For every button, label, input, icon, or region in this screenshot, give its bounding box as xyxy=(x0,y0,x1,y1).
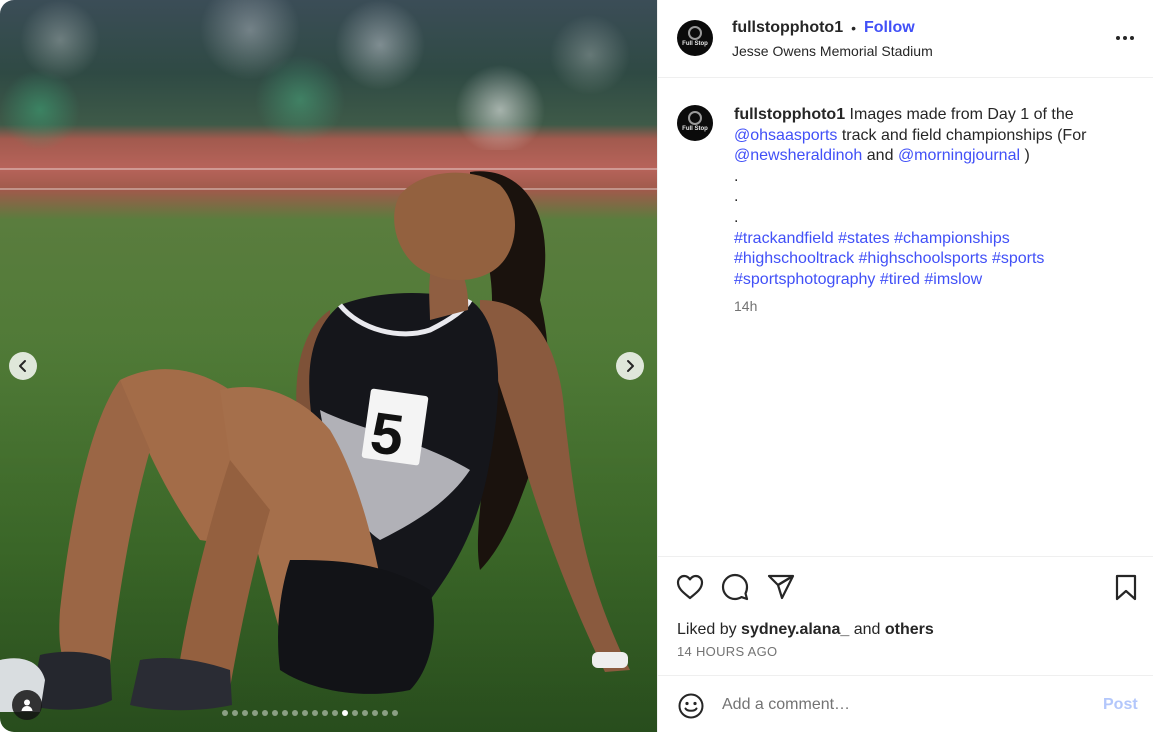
carousel-dot xyxy=(372,710,378,716)
likes-and: and xyxy=(853,621,881,638)
carousel-dot xyxy=(242,710,248,716)
post-header: Full Stop fullstopphoto1 • Follow Jesse … xyxy=(658,0,1153,78)
caption-text: fullstopphoto1 Images made from Day 1 of… xyxy=(734,105,1114,317)
hashtag-link[interactable]: #sportsphotography xyxy=(734,271,875,288)
comment-input[interactable] xyxy=(722,692,1062,718)
hashtag-link[interactable]: #sports xyxy=(992,250,1044,267)
avatar[interactable]: Full Stop xyxy=(677,105,713,141)
carousel-dot-active xyxy=(342,710,348,716)
comment-icon xyxy=(721,573,749,601)
stadium-crowd-background xyxy=(0,0,657,150)
share-button[interactable] xyxy=(766,572,796,602)
username-link[interactable]: fullstopphoto1 xyxy=(732,19,843,37)
more-icon-dot xyxy=(1130,36,1134,40)
chevron-right-icon xyxy=(627,360,634,372)
user-tag-icon xyxy=(21,699,33,711)
hashtag-link[interactable]: #highschooltrack xyxy=(734,250,854,267)
post-comment-button[interactable]: Post xyxy=(1103,696,1138,714)
hashtag-link[interactable]: #championships xyxy=(894,230,1010,247)
carousel-dot xyxy=(302,710,308,716)
bookmark-icon xyxy=(1115,574,1137,601)
comment-bar: Post xyxy=(658,675,1153,732)
comment-button[interactable] xyxy=(720,572,750,602)
hashtag-link[interactable]: #tired xyxy=(880,271,920,288)
header-user-line: fullstopphoto1 • Follow xyxy=(732,19,915,37)
post-photo: 5 xyxy=(0,0,657,732)
more-options-button[interactable] xyxy=(1114,28,1136,48)
tagged-users-button[interactable] xyxy=(12,690,42,720)
mention-link[interactable]: @ohsaasports xyxy=(734,127,837,144)
emoji-icon xyxy=(678,693,704,719)
next-photo-button[interactable] xyxy=(616,352,644,380)
carousel-indicator xyxy=(222,710,398,716)
caption-dot-line: . xyxy=(734,208,739,226)
caption-time: 14h xyxy=(734,298,758,315)
carousel-dot xyxy=(222,710,228,716)
avatar[interactable]: Full Stop xyxy=(677,20,713,56)
carousel-dot xyxy=(392,710,398,716)
carousel-dot xyxy=(262,710,268,716)
share-icon xyxy=(767,574,795,600)
post-timestamp: 14 HOURS AGO xyxy=(677,644,778,659)
liked-by-others-link[interactable]: others xyxy=(885,621,934,638)
likes-summary: Liked by sydney.alana_ and others xyxy=(677,621,934,639)
hashtag-link[interactable]: #imslow xyxy=(924,271,982,288)
location-link[interactable]: Jesse Owens Memorial Stadium xyxy=(732,43,933,59)
athlete-figure: 5 xyxy=(0,171,630,712)
carousel-dot xyxy=(382,710,388,716)
mention-link[interactable]: @newsheraldinoh xyxy=(734,147,862,164)
hashtag-link[interactable]: #states xyxy=(838,230,890,247)
caption-text-part: and xyxy=(866,147,894,165)
caption-text-part: Images made from Day 1 of the xyxy=(849,106,1074,123)
mention-link[interactable]: @morningjournal xyxy=(898,147,1020,164)
instagram-post: 5 Full Stop fullstopphoto1 • Follow Jess… xyxy=(0,0,1153,732)
hashtag-link[interactable]: #trackandfield xyxy=(734,230,834,247)
post-details-panel: Full Stop fullstopphoto1 • Follow Jesse … xyxy=(657,0,1153,732)
heart-icon xyxy=(676,574,704,600)
caption-text-part: ) xyxy=(1024,147,1030,165)
carousel-dot xyxy=(232,710,238,716)
caption-username-link[interactable]: fullstopphoto1 xyxy=(734,106,845,123)
avatar-logo-text: Full Stop xyxy=(682,126,708,132)
caption-dot-line: . xyxy=(734,188,739,206)
carousel-dot xyxy=(272,710,278,716)
caption-text-part: track and field championships (For xyxy=(841,126,1087,144)
carousel-dot xyxy=(352,710,358,716)
carousel-dot xyxy=(312,710,318,716)
chevron-left-icon xyxy=(19,360,26,372)
camera-aperture-icon xyxy=(688,26,702,40)
carousel-dot xyxy=(332,710,338,716)
hashtag-link[interactable]: #highschoolsports xyxy=(859,250,988,267)
separator-dot: • xyxy=(851,20,856,36)
camera-aperture-icon xyxy=(688,111,702,125)
carousel-dot xyxy=(322,710,328,716)
previous-photo-button[interactable] xyxy=(9,352,37,380)
liked-by-user-link[interactable]: sydney.alana_ xyxy=(741,621,849,638)
caption-body: fullstopphoto1 Images made from Day 1 of… xyxy=(734,105,1114,167)
carousel-dot xyxy=(362,710,368,716)
hashtag-list: #trackandfield #states #championships #h… xyxy=(734,229,1114,291)
carousel-dot xyxy=(252,710,258,716)
carousel-dot xyxy=(292,710,298,716)
post-actions-section: Liked by sydney.alana_ and others 14 HOU… xyxy=(658,556,1153,732)
save-button[interactable] xyxy=(1111,572,1141,602)
more-icon-dot xyxy=(1123,36,1127,40)
like-button[interactable] xyxy=(675,572,705,602)
emoji-button[interactable] xyxy=(677,692,705,720)
carousel-dot xyxy=(282,710,288,716)
more-icon xyxy=(1116,36,1120,40)
follow-button[interactable]: Follow xyxy=(864,19,915,37)
caption-dot-line: . xyxy=(734,167,739,185)
likes-prefix: Liked by xyxy=(677,621,737,638)
avatar-logo-text: Full Stop xyxy=(682,41,708,47)
